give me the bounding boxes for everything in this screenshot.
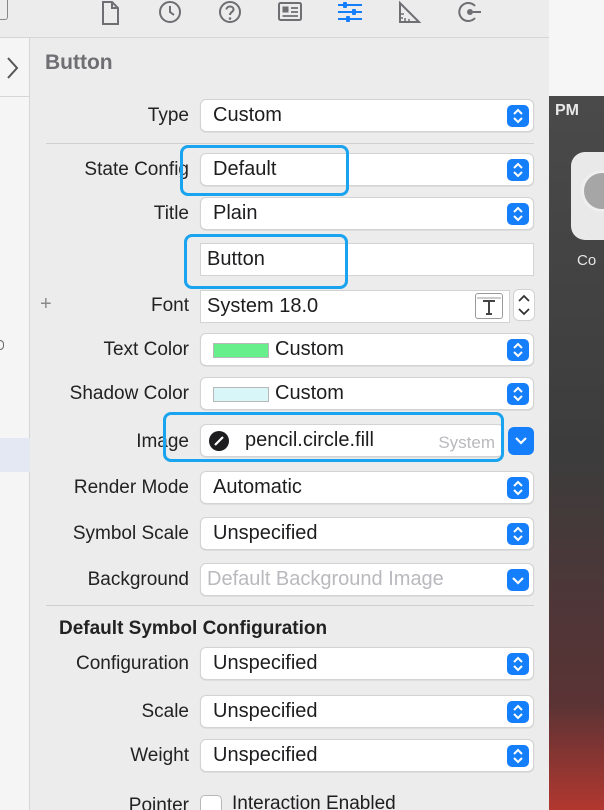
highlight-box-image	[163, 412, 504, 462]
background-label: Background	[87, 569, 189, 590]
inspector-toolbar	[30, 0, 549, 38]
render-mode-label: Render Mode	[73, 477, 189, 498]
configuration-popup[interactable]: Unspecified	[200, 647, 534, 680]
navigator-item-fragment	[0, 340, 4, 350]
desktop-top-area	[549, 0, 604, 96]
contacts-app-label: Co	[577, 252, 597, 269]
state-config-label: State Config	[84, 159, 189, 180]
shadow-color-popup[interactable]: Custom	[200, 377, 534, 410]
text-color-popup[interactable]: Custom	[200, 333, 534, 366]
file-inspector-icon[interactable]	[97, 0, 123, 28]
font-picker-icon[interactable]	[475, 293, 503, 319]
navigator-pane	[0, 0, 30, 810]
configuration-value: Unspecified	[213, 652, 318, 674]
interaction-enabled-label: Interaction Enabled	[232, 793, 396, 810]
render-mode-value: Automatic	[213, 476, 302, 498]
shadow-color-swatch	[213, 387, 269, 402]
connections-inspector-icon[interactable]	[457, 0, 483, 28]
popup-stepper-icon	[507, 159, 529, 181]
interaction-enabled-checkbox[interactable]	[200, 795, 222, 810]
symbol-scale-label: Symbol Scale	[72, 523, 189, 544]
person-icon	[581, 170, 604, 212]
symbol-scale-value: Unspecified	[213, 522, 318, 544]
chevron-right-icon[interactable]	[4, 50, 22, 86]
render-mode-popup[interactable]: Automatic	[200, 471, 534, 504]
contacts-app-icon[interactable]	[571, 152, 604, 240]
weight-label: Weight	[130, 745, 189, 766]
history-inspector-icon[interactable]	[157, 0, 183, 28]
configuration-label: Configuration	[75, 653, 189, 674]
divider	[46, 143, 534, 144]
shadow-color-label: Shadow Color	[69, 383, 189, 404]
popup-stepper-icon	[507, 203, 529, 225]
section-title: Button	[45, 51, 113, 74]
navigator-divider	[0, 96, 30, 97]
image-dropdown-icon[interactable]	[508, 427, 534, 455]
font-field[interactable]: System 18.0	[200, 290, 510, 323]
title-popup[interactable]: Plain	[200, 197, 534, 230]
popup-stepper-icon	[507, 523, 529, 545]
identity-inspector-icon[interactable]	[277, 0, 303, 28]
text-color-label: Text Color	[103, 339, 189, 360]
title-value: Plain	[213, 202, 258, 224]
text-color-value: Custom	[275, 338, 344, 360]
add-variation-icon[interactable]: +	[40, 293, 52, 316]
symbol-configuration-heading: Default Symbol Configuration	[59, 618, 328, 639]
scale-popup[interactable]: Unspecified	[200, 695, 534, 728]
help-inspector-icon[interactable]	[217, 0, 243, 28]
size-inspector-icon[interactable]	[397, 0, 423, 28]
attributes-inspector-icon[interactable]	[337, 0, 363, 28]
popup-stepper-icon	[507, 701, 529, 723]
symbol-scale-popup[interactable]: Unspecified	[200, 517, 534, 550]
popup-stepper-icon	[507, 339, 529, 361]
highlight-box-state-config	[180, 145, 349, 196]
divider	[46, 605, 534, 606]
pointer-label: Pointer	[128, 795, 189, 810]
highlight-box-title-text	[184, 234, 348, 289]
title-label: Title	[153, 203, 189, 224]
popup-stepper-icon	[507, 477, 529, 499]
popup-stepper-icon	[507, 383, 529, 405]
popup-stepper-icon	[507, 745, 529, 767]
scale-value: Unspecified	[213, 700, 318, 722]
type-value: Custom	[213, 104, 282, 126]
navigator-selected-row[interactable]	[0, 438, 30, 472]
status-time: PM	[555, 102, 579, 119]
text-color-swatch	[213, 343, 269, 358]
attributes-inspector: Button Type Custom State Config Default …	[30, 0, 549, 810]
chevron-down-icon[interactable]	[507, 569, 529, 591]
navigator-scroll-fragment	[0, 0, 8, 20]
scale-label: Scale	[141, 701, 189, 722]
popup-stepper-icon	[507, 653, 529, 675]
type-label: Type	[147, 105, 189, 126]
simulator-desktop: PM Co	[549, 0, 604, 810]
font-size-stepper-icon[interactable]	[513, 289, 535, 321]
background-placeholder: Default Background Image	[207, 568, 444, 590]
background-combo-field[interactable]: Default Background Image	[200, 563, 534, 596]
weight-value: Unspecified	[213, 744, 318, 766]
type-popup[interactable]: Custom	[200, 99, 534, 132]
popup-stepper-icon	[507, 105, 529, 127]
weight-popup[interactable]: Unspecified	[200, 739, 534, 772]
shadow-color-value: Custom	[275, 382, 344, 404]
font-value: System 18.0	[207, 295, 319, 317]
font-label: Font	[150, 295, 189, 316]
